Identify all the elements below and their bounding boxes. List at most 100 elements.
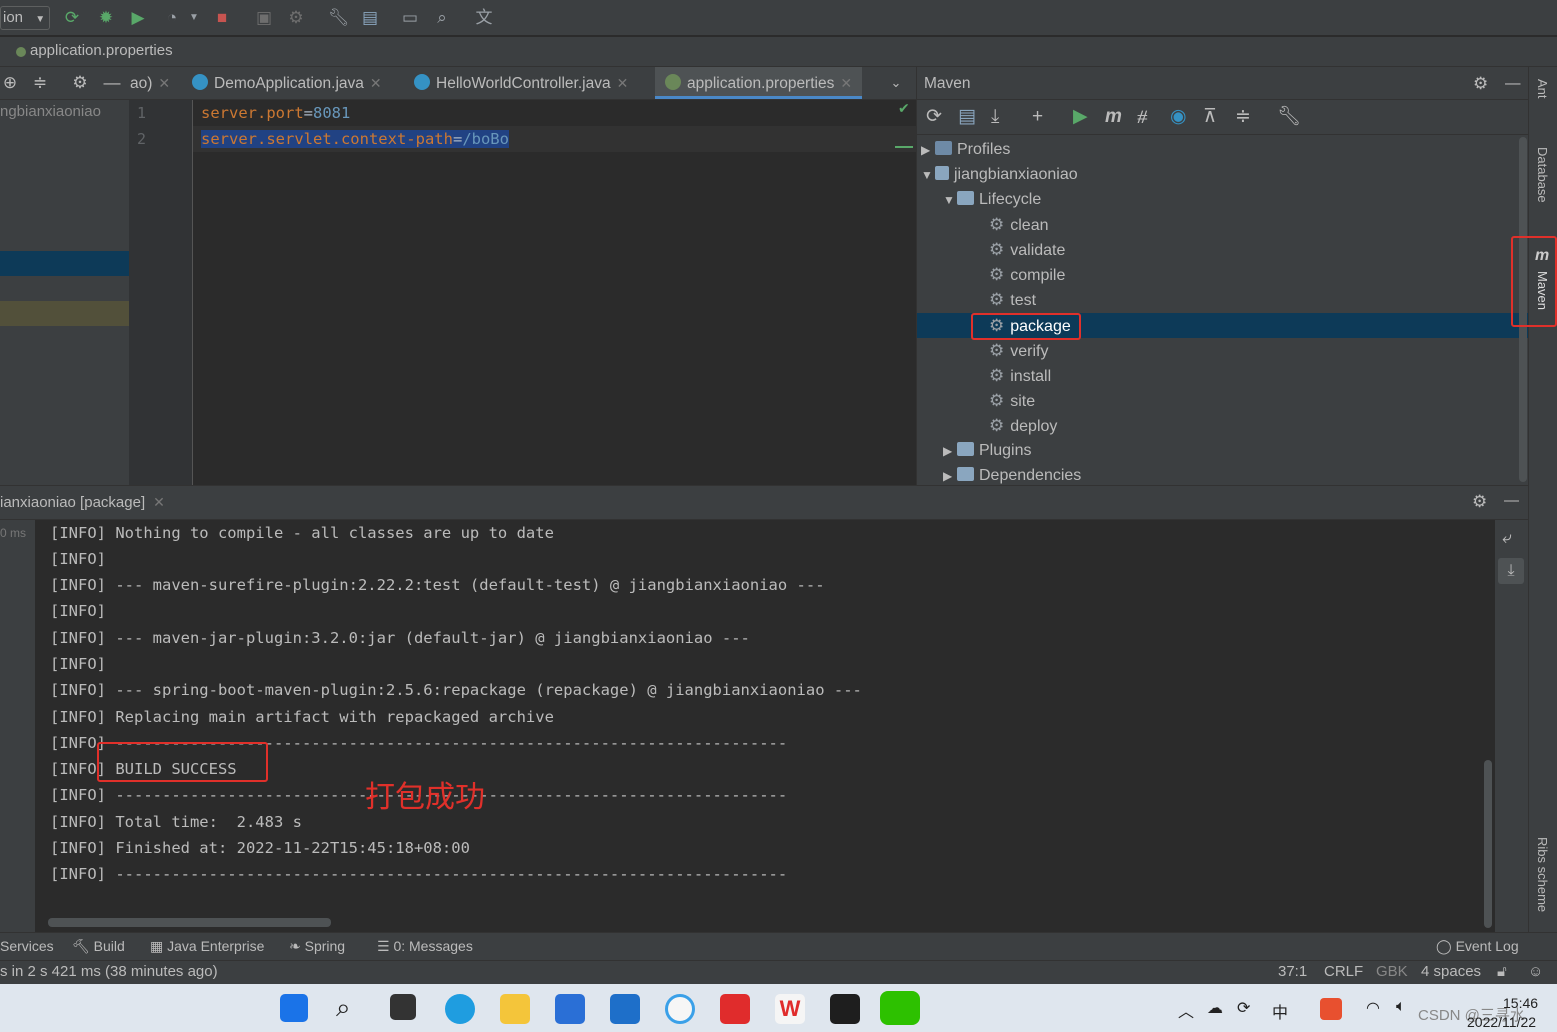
gear-icon[interactable]: ⚙ <box>1473 67 1488 100</box>
tab-project-partial[interactable]: ao) ✕ <box>130 67 170 99</box>
rerun-icon[interactable]: ⟳ <box>62 8 82 28</box>
edge-browser-icon[interactable] <box>445 994 475 1024</box>
terminal-icon[interactable]: ▭ <box>400 8 420 28</box>
collapse-all-icon[interactable]: ≑ <box>1235 107 1251 127</box>
console-output[interactable]: [INFO] Nothing to compile - all classes … <box>35 520 1495 932</box>
wifi-icon[interactable]: ◠ <box>1366 998 1380 1018</box>
skip-tests-icon[interactable]: ◉ <box>1170 107 1187 127</box>
inspector-icon[interactable]: ☺ <box>1528 963 1543 980</box>
translate-icon[interactable]: 文 <box>474 8 494 28</box>
store-icon[interactable] <box>555 994 585 1024</box>
tree-profiles[interactable]: ▶ Profiles <box>921 137 1010 162</box>
tree-project[interactable]: ▼ jiangbianxiaoniao <box>921 162 1078 187</box>
speaker-icon[interactable]: 🔈︎ <box>1396 998 1406 1016</box>
intellij-icon[interactable] <box>830 994 860 1024</box>
line-separator[interactable]: CRLF <box>1324 963 1363 980</box>
search-icon[interactable]: ⌕ <box>432 8 452 28</box>
wps-icon[interactable]: W <box>775 994 805 1024</box>
gear-icon[interactable]: ⚙ <box>1472 492 1487 512</box>
gear-icon[interactable]: ⚙ <box>70 73 90 93</box>
close-icon[interactable]: ✕ <box>153 494 165 510</box>
file-encoding[interactable]: GBK <box>1376 963 1408 980</box>
tab-event-log[interactable]: ◯ Event Log <box>1436 938 1519 955</box>
scroll-to-end-icon[interactable]: ⤓ <box>1498 558 1524 584</box>
lifecycle-goal[interactable]: ⚙ clean <box>989 212 1049 237</box>
code-editor[interactable]: server.port=8081 server.servlet.context-… <box>193 100 916 485</box>
profile-icon[interactable]: ◔ <box>162 8 182 28</box>
build-icon[interactable]: ▣ <box>254 8 274 28</box>
close-icon[interactable]: ✕ <box>370 75 382 91</box>
minimize-icon[interactable]: — <box>1505 67 1521 100</box>
generate-sources-icon[interactable]: ▤ <box>958 107 976 127</box>
run-tab[interactable]: ianxiaoniao [package] ✕ <box>0 494 165 511</box>
run-config-select[interactable]: ion ▼ <box>0 6 50 30</box>
ime-indicator[interactable]: 中 <box>1272 999 1288 1023</box>
search-icon[interactable]: ⌕ <box>336 992 351 1024</box>
windows-start-icon[interactable] <box>280 994 308 1022</box>
tree-plugins[interactable]: ▶ Plugins <box>943 438 1031 463</box>
collapse-icon[interactable]: ≑ <box>30 73 50 93</box>
tab-messages[interactable]: ☰ 0: Messages <box>377 938 473 955</box>
clock-time[interactable]: 15:46 <box>1503 995 1538 1011</box>
lifecycle-goal[interactable]: ⚙ verify <box>989 338 1048 363</box>
code-line[interactable]: server.port=8081 <box>201 104 350 122</box>
stop-icon[interactable]: ■ <box>212 8 232 28</box>
run-icon[interactable]: ▶ <box>1073 107 1088 127</box>
tab-demo-application[interactable]: DemoApplication.java ✕ <box>192 67 382 99</box>
cloud-icon[interactable]: ☁ <box>1207 998 1223 1018</box>
file-explorer-icon[interactable] <box>500 994 530 1024</box>
vertical-scrollbar[interactable] <box>1484 760 1492 928</box>
coverage-icon[interactable]: ▶ <box>128 8 148 28</box>
minimize-icon[interactable]: — <box>1504 492 1519 509</box>
attach-icon[interactable]: ⚙ <box>286 8 306 28</box>
lifecycle-goal[interactable]: ⚙ install <box>989 363 1051 388</box>
caret-position[interactable]: 37:1 <box>1278 963 1307 980</box>
breadcrumb-item[interactable]: application.properties <box>30 42 173 59</box>
chevron-down-icon[interactable]: ▼ <box>184 8 204 28</box>
wechat-icon[interactable] <box>880 991 920 1025</box>
project-tree-item[interactable]: ngbianxiaoniao <box>0 103 101 120</box>
tool-window-ribs[interactable]: Ribs scheme <box>1535 837 1550 912</box>
maven-goal-icon[interactable]: m <box>1105 107 1122 127</box>
wrench-icon[interactable]: 🔧︎ <box>1277 107 1301 127</box>
close-icon[interactable]: ✕ <box>840 75 852 91</box>
horizontal-scrollbar[interactable] <box>48 918 331 927</box>
tab-java-enterprise[interactable]: ▦ Java Enterprise <box>150 938 264 955</box>
tab-hello-world-controller[interactable]: HelloWorldController.java ✕ <box>414 67 628 99</box>
project-selected-row[interactable] <box>0 251 129 276</box>
minimize-icon[interactable]: — <box>102 73 122 93</box>
debug-icon[interactable]: ✹ <box>96 8 116 28</box>
tab-build[interactable]: 🔨︎ Build <box>72 938 125 955</box>
lock-icon[interactable]: 🔓︎ <box>1497 963 1507 980</box>
show-dependencies-icon[interactable]: ⊼ <box>1203 107 1217 127</box>
close-icon[interactable]: ✕ <box>158 75 170 91</box>
clock-date[interactable]: 2022/11/22 <box>1467 1014 1536 1030</box>
lifecycle-goal[interactable]: ⚙ validate <box>989 237 1065 262</box>
tab-services[interactable]: Services <box>0 938 54 954</box>
lifecycle-goal[interactable]: ⚙ deploy <box>989 413 1057 438</box>
task-view-icon[interactable] <box>390 994 416 1020</box>
tab-spring[interactable]: ❧ Spring <box>289 938 345 955</box>
tab-application-properties[interactable]: application.properties ✕ <box>655 67 863 99</box>
toggle-offline-icon[interactable]: ⧣ <box>1137 107 1148 127</box>
app-icon[interactable] <box>665 994 695 1024</box>
chevron-down-icon[interactable]: ⌄ <box>886 73 906 93</box>
close-icon[interactable]: ✕ <box>617 75 629 91</box>
sync-icon[interactable]: ⟳ <box>1237 998 1250 1018</box>
locate-icon[interactable]: ⊕ <box>0 73 20 93</box>
youdao-icon[interactable] <box>720 994 750 1024</box>
reload-icon[interactable]: ⟳ <box>926 107 942 127</box>
sogou-icon[interactable] <box>1320 998 1342 1020</box>
tree-lifecycle[interactable]: ▼ Lifecycle <box>943 187 1041 212</box>
tool-window-ant[interactable]: Ant <box>1535 79 1550 99</box>
project-structure-icon[interactable]: ▤ <box>360 8 380 28</box>
status-message[interactable]: s in 2 s 421 ms (38 minutes ago) <box>0 963 218 980</box>
code-line-selected[interactable]: server.servlet.context-path=/boBo <box>201 130 509 148</box>
download-icon[interactable]: ⤓ <box>991 107 999 127</box>
lifecycle-goal[interactable]: ⚙ site <box>989 388 1035 413</box>
lifecycle-goal[interactable]: ⚙ compile <box>989 262 1065 287</box>
mail-icon[interactable] <box>610 994 640 1024</box>
soft-wrap-icon[interactable]: ⤶ <box>1502 528 1512 548</box>
tool-window-database[interactable]: Database <box>1535 147 1550 203</box>
wrench-icon[interactable]: 🔧︎ <box>328 8 350 28</box>
